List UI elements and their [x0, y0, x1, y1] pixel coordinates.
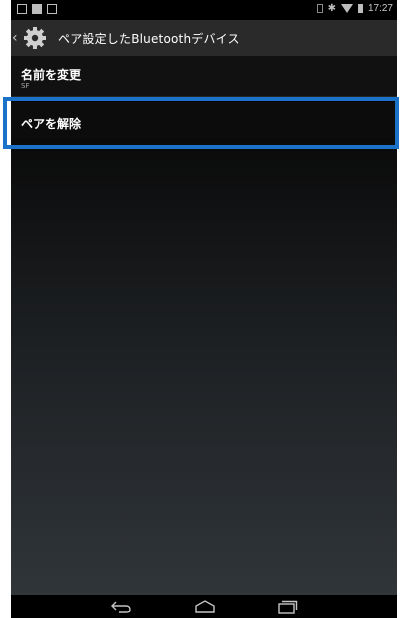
recents-icon[interactable]: [273, 598, 301, 616]
status-bar-system: ✱ 17:27: [316, 3, 393, 14]
notification-icon: [17, 4, 27, 14]
image-icon: [47, 4, 57, 14]
wifi-icon: [340, 4, 353, 13]
navigation-bar: [11, 595, 397, 618]
screenshot-icon: [32, 4, 42, 14]
settings-gear-icon[interactable]: [22, 25, 48, 51]
page-title: ペア設定したBluetoothデバイス: [58, 31, 240, 46]
status-bar-notifications: [17, 4, 57, 14]
bluetooth-icon: ✱: [327, 3, 336, 14]
content-background: [11, 138, 397, 595]
back-icon[interactable]: [107, 598, 135, 616]
action-bar: ‹ ペア設定したBluetoothデバイス: [11, 20, 397, 56]
device-screen: ✱ 17:27 ‹ ペア設定したBluetoothデバイス 名前を変更 SF ペ…: [11, 0, 397, 618]
up-caret-icon[interactable]: ‹: [12, 30, 20, 46]
rename-title: 名前を変更: [21, 68, 82, 82]
status-time: 17:27: [367, 3, 393, 14]
highlight-frame: [3, 97, 399, 149]
vibrate-icon: [316, 4, 323, 13]
battery-icon: [357, 4, 363, 13]
status-bar: ✱ 17:27: [11, 0, 397, 20]
rename-item[interactable]: 名前を変更 SF: [11, 56, 397, 97]
device-name-value: SF: [21, 82, 30, 90]
home-icon[interactable]: [191, 598, 219, 616]
